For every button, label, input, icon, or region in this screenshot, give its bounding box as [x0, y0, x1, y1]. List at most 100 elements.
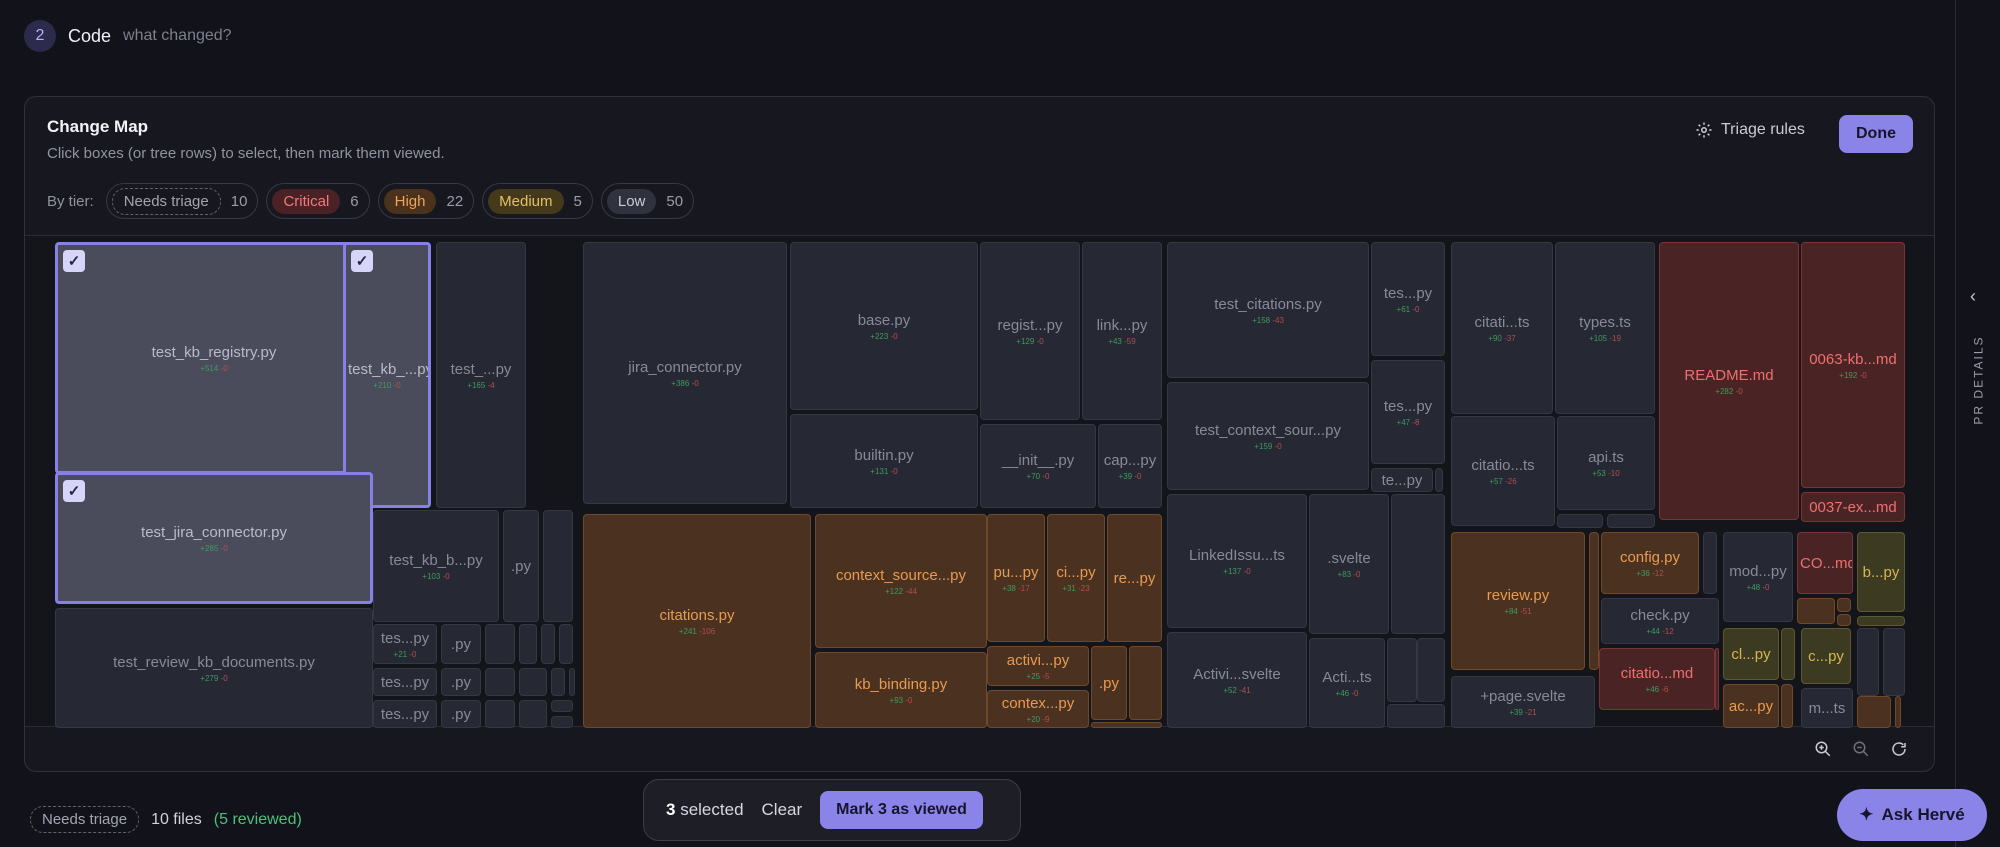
treemap-tile[interactable]: kb_binding.py +93 -0	[815, 652, 987, 728]
treemap-tile[interactable]: tes...py +21 -0	[373, 624, 437, 664]
treemap-tile[interactable]: contex...py +20 -9	[987, 690, 1089, 728]
checkbox-checked-icon[interactable]: ✓	[351, 250, 373, 272]
triage-rules-button[interactable]: Triage rules	[1695, 121, 1805, 139]
treemap-tile[interactable]: b...py	[1857, 532, 1905, 612]
treemap-tile[interactable]: link...py +43 -59	[1082, 242, 1162, 420]
treemap-tile-small[interactable]	[1857, 696, 1891, 728]
treemap-tile[interactable]: check.py +44 -12	[1601, 598, 1719, 644]
treemap-tile[interactable]: types.ts +105 -19	[1555, 242, 1655, 414]
treemap-tile[interactable]: test_...py +165 -4	[436, 242, 526, 508]
treemap-tile[interactable]: tes...py +47 -8	[1371, 360, 1445, 464]
treemap-tile-small[interactable]	[543, 510, 573, 622]
treemap-tile[interactable]: cl...py	[1723, 628, 1779, 680]
treemap-tile[interactable]: .py	[1091, 646, 1127, 720]
treemap-tile[interactable]: mod...py +48 -0	[1723, 532, 1793, 622]
treemap-tile[interactable]: regist...py +129 -0	[980, 242, 1080, 420]
treemap-tile-small[interactable]	[551, 700, 573, 712]
treemap-tile[interactable]: LinkedIssu...ts +137 -0	[1167, 494, 1307, 628]
treemap-tile-small[interactable]	[1589, 532, 1599, 670]
treemap-tile[interactable]: citatio...ts +57 -26	[1451, 416, 1555, 526]
treemap-tile-small[interactable]	[485, 668, 515, 696]
tier-chip-medium[interactable]: Medium 5	[482, 183, 593, 219]
treemap-tile-small[interactable]	[551, 668, 565, 696]
treemap-tile-small[interactable]	[1857, 616, 1905, 626]
done-button[interactable]: Done	[1839, 115, 1913, 153]
clear-button[interactable]: Clear	[762, 800, 803, 820]
treemap-tile-small[interactable]	[485, 700, 515, 728]
treemap-tile[interactable]: 0037-ex...md	[1801, 492, 1905, 522]
treemap-tile[interactable]: review.py +84 -51	[1451, 532, 1585, 670]
treemap-tile[interactable]: 0063-kb...md +192 -0	[1801, 242, 1905, 488]
treemap-tile[interactable]: .py	[441, 624, 481, 664]
treemap-tile-small[interactable]	[519, 700, 547, 728]
treemap-tile-small[interactable]	[1715, 648, 1719, 710]
treemap-tile[interactable]: tes...py +61 -0	[1371, 242, 1445, 356]
treemap-tile[interactable]: jira_connector.py +386 -0	[583, 242, 787, 504]
treemap-tile[interactable]: test_kb_b...py +103 -0	[373, 510, 499, 622]
treemap-tile[interactable]: +page.svelte +39 -21	[1451, 676, 1595, 728]
treemap-tile[interactable]: re...py	[1107, 514, 1162, 642]
treemap-tile[interactable]: ✓ test_kb_...py +210 -0	[343, 242, 431, 508]
tier-chip-high[interactable]: High 22	[377, 183, 475, 219]
treemap-tile-small[interactable]	[1883, 628, 1905, 696]
treemap-tile[interactable]: config.py +36 -12	[1601, 532, 1699, 594]
treemap-tile[interactable]: base.py +223 -0	[790, 242, 978, 410]
treemap-tile[interactable]: ✓ test_jira_connector.py +285 -0	[55, 472, 373, 604]
treemap-tile[interactable]: activi...py +25 -5	[987, 646, 1089, 686]
treemap-tile[interactable]: __init__.py +70 -0	[980, 424, 1096, 508]
treemap-tile[interactable]: tes...py	[373, 668, 437, 696]
treemap-tile-small[interactable]	[1607, 514, 1655, 528]
zoom-in-icon[interactable]	[1813, 739, 1833, 759]
treemap-tile[interactable]: .svelte +83 -0	[1309, 494, 1389, 634]
mark-viewed-button[interactable]: Mark 3 as viewed	[820, 791, 983, 829]
tier-pill-needs-triage[interactable]: Needs triage	[30, 806, 140, 833]
treemap-tile-small[interactable]	[519, 624, 537, 664]
treemap-tile-small[interactable]	[1837, 614, 1851, 626]
treemap-tile[interactable]: tes...py	[373, 700, 437, 728]
treemap-tile-small[interactable]	[1417, 638, 1445, 702]
treemap-tile[interactable]: cap...py +39 -0	[1098, 424, 1162, 508]
treemap-tile-small[interactable]	[1797, 598, 1835, 624]
treemap-tile-small[interactable]	[1129, 646, 1162, 720]
tier-chip-low[interactable]: Low 50	[600, 183, 695, 219]
treemap-tile[interactable]: m...ts	[1801, 688, 1853, 728]
tier-chip-needs-triage[interactable]: Needs triage 10	[105, 183, 259, 219]
treemap-tile-small[interactable]	[1857, 628, 1879, 696]
treemap-tile-small[interactable]	[551, 716, 573, 728]
treemap-tile[interactable]: .py	[441, 668, 481, 696]
treemap-tile[interactable]: test_citations.py +158 -43	[1167, 242, 1369, 378]
treemap-tile-small[interactable]	[1781, 684, 1793, 728]
treemap-tile[interactable]: te...py	[1371, 468, 1433, 492]
treemap-tile[interactable]: ac...py	[1723, 684, 1779, 728]
treemap-tile-small[interactable]	[1091, 722, 1162, 728]
treemap-tile-small[interactable]	[1391, 494, 1445, 634]
reset-zoom-icon[interactable]	[1889, 739, 1909, 759]
treemap-tile[interactable]: Acti...ts +46 -0	[1309, 638, 1385, 728]
treemap-tile[interactable]: .py	[441, 700, 481, 728]
treemap-tile[interactable]: builtin.py +131 -0	[790, 414, 978, 508]
treemap-tile-small[interactable]	[519, 668, 547, 696]
treemap-tile[interactable]: citati...ts +90 -37	[1451, 242, 1553, 414]
treemap-tile[interactable]: README.md +282 -0	[1659, 242, 1799, 520]
treemap-tile[interactable]: ✓ test_kb_registry.py +514 -0	[55, 242, 373, 474]
treemap-tile[interactable]: citatio...md +46 -6	[1599, 648, 1715, 710]
treemap-tile-small[interactable]	[1387, 638, 1417, 702]
treemap-tile[interactable]: CO...md	[1797, 532, 1853, 594]
treemap-tile-small[interactable]	[1387, 704, 1445, 728]
treemap-tile[interactable]: pu...py +38 -17	[987, 514, 1045, 642]
treemap-tile[interactable]: Activi...svelte +52 -41	[1167, 632, 1307, 728]
treemap-tile[interactable]: c...py	[1801, 628, 1851, 684]
treemap-tile[interactable]: context_source...py +122 -44	[815, 514, 987, 648]
chevron-left-icon[interactable]: ‹	[1970, 286, 1976, 307]
treemap-tile-small[interactable]	[1781, 628, 1795, 680]
treemap-tile-small[interactable]	[559, 624, 573, 664]
treemap-tile-small[interactable]	[569, 668, 575, 696]
treemap-tile-small[interactable]	[1703, 532, 1717, 594]
checkbox-checked-icon[interactable]: ✓	[63, 480, 85, 502]
pr-details-rail[interactable]: ‹ PR DETAILS	[1955, 0, 2000, 847]
treemap-tile-small[interactable]	[1435, 468, 1443, 492]
ask-herve-button[interactable]: ✦ Ask Hervé	[1837, 789, 1987, 841]
checkbox-checked-icon[interactable]: ✓	[63, 250, 85, 272]
treemap-tile[interactable]: .py	[503, 510, 539, 622]
zoom-out-icon[interactable]	[1851, 739, 1871, 759]
